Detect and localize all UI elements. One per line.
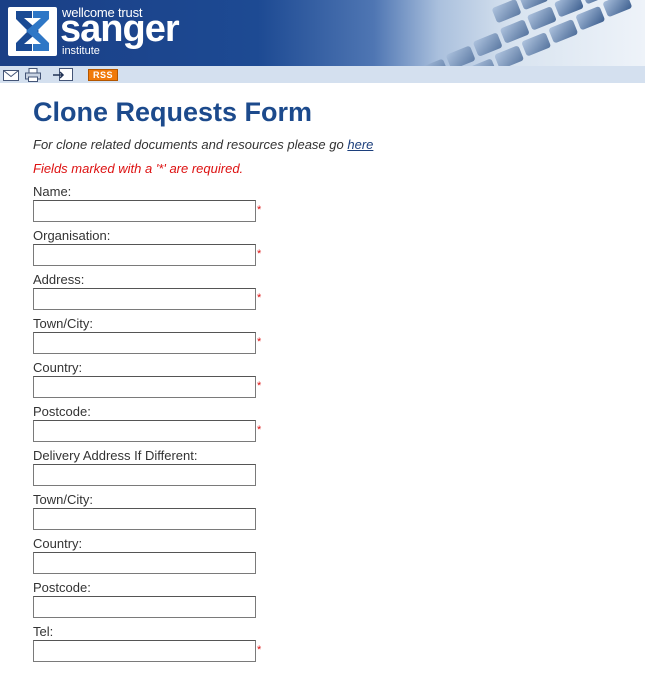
intro-text: For clone related documents and resource… (33, 136, 645, 154)
delivery-town-city-input[interactable] (33, 508, 256, 530)
share-icon[interactable] (53, 67, 73, 81)
field-label: Postcode: (33, 580, 91, 595)
form-field-delivery-address: Delivery Address If Different: (33, 448, 645, 486)
postcode-input[interactable] (33, 420, 256, 442)
field-label: Address: (33, 272, 85, 287)
field-label: Country: (33, 536, 83, 551)
field-row: * (33, 639, 645, 662)
form-field-tel: Tel: * (33, 624, 645, 662)
address-input[interactable] (33, 288, 256, 310)
form-field-town-city: Town/City: * (33, 316, 645, 354)
delivery-country-input[interactable] (33, 552, 256, 574)
form-field-postcode: Postcode: * (33, 404, 645, 442)
field-row: * (33, 199, 645, 222)
field-row: * (33, 287, 645, 310)
form-field-delivery-country: Country: (33, 536, 645, 574)
clone-request-form: Name: * Organisation: * Address: * Town/City: *… (33, 184, 645, 662)
field-label: Town/City: (33, 316, 93, 331)
brand-sub-text: institute (62, 45, 100, 57)
field-row (33, 595, 645, 618)
field-row (33, 463, 645, 486)
required-asterisk: * (257, 380, 262, 392)
organisation-input[interactable] (33, 244, 256, 266)
printer-icon[interactable] (25, 67, 41, 82)
sanger-logo-icon[interactable] (8, 7, 57, 56)
form-field-delivery-town-city: Town/City: (33, 492, 645, 530)
intro-text-body: For clone related documents and resource… (33, 137, 348, 152)
field-label: Postcode: (33, 404, 91, 419)
required-asterisk: * (257, 204, 262, 216)
delivery-postcode-input[interactable] (33, 596, 256, 618)
site-header: wellcome trust sanger institute (0, 0, 645, 66)
tel-input[interactable] (33, 640, 256, 662)
form-field-delivery-postcode: Postcode: (33, 580, 645, 618)
brand-main-text: sanger (60, 8, 180, 50)
name-input[interactable] (33, 200, 256, 222)
field-label: Name: (33, 184, 72, 199)
required-note: Fields marked with a '*' are required. (33, 161, 244, 176)
utility-toolbar: RSS (0, 66, 645, 83)
required-asterisk: * (257, 336, 262, 348)
field-row (33, 507, 645, 530)
form-field-name: Name: * (33, 184, 645, 222)
form-field-organisation: Organisation: * (33, 228, 645, 266)
field-row: * (33, 243, 645, 266)
required-asterisk: * (257, 248, 262, 260)
town-city-input[interactable] (33, 332, 256, 354)
field-label: Delivery Address If Different: (33, 448, 198, 463)
main-content: Clone Requests Form For clone related do… (0, 96, 645, 662)
field-label: Tel: (33, 624, 54, 639)
field-label: Organisation: (33, 228, 111, 243)
here-link[interactable]: here (347, 137, 373, 152)
required-asterisk: * (257, 292, 262, 304)
field-row: * (33, 419, 645, 442)
page-title: Clone Requests Form (33, 97, 313, 127)
rss-button[interactable]: RSS (88, 68, 119, 81)
country-input[interactable] (33, 376, 256, 398)
form-field-country: Country: * (33, 360, 645, 398)
form-field-address: Address: * (33, 272, 645, 310)
required-asterisk: * (257, 424, 262, 436)
field-row (33, 551, 645, 574)
field-label: Country: (33, 360, 83, 375)
delivery-address-input[interactable] (33, 464, 256, 486)
field-row: * (33, 375, 645, 398)
field-row: * (33, 331, 645, 354)
keyboard-banner-image (419, 0, 632, 66)
envelope-icon[interactable] (3, 68, 19, 81)
required-asterisk: * (257, 644, 262, 656)
field-label: Town/City: (33, 492, 93, 507)
